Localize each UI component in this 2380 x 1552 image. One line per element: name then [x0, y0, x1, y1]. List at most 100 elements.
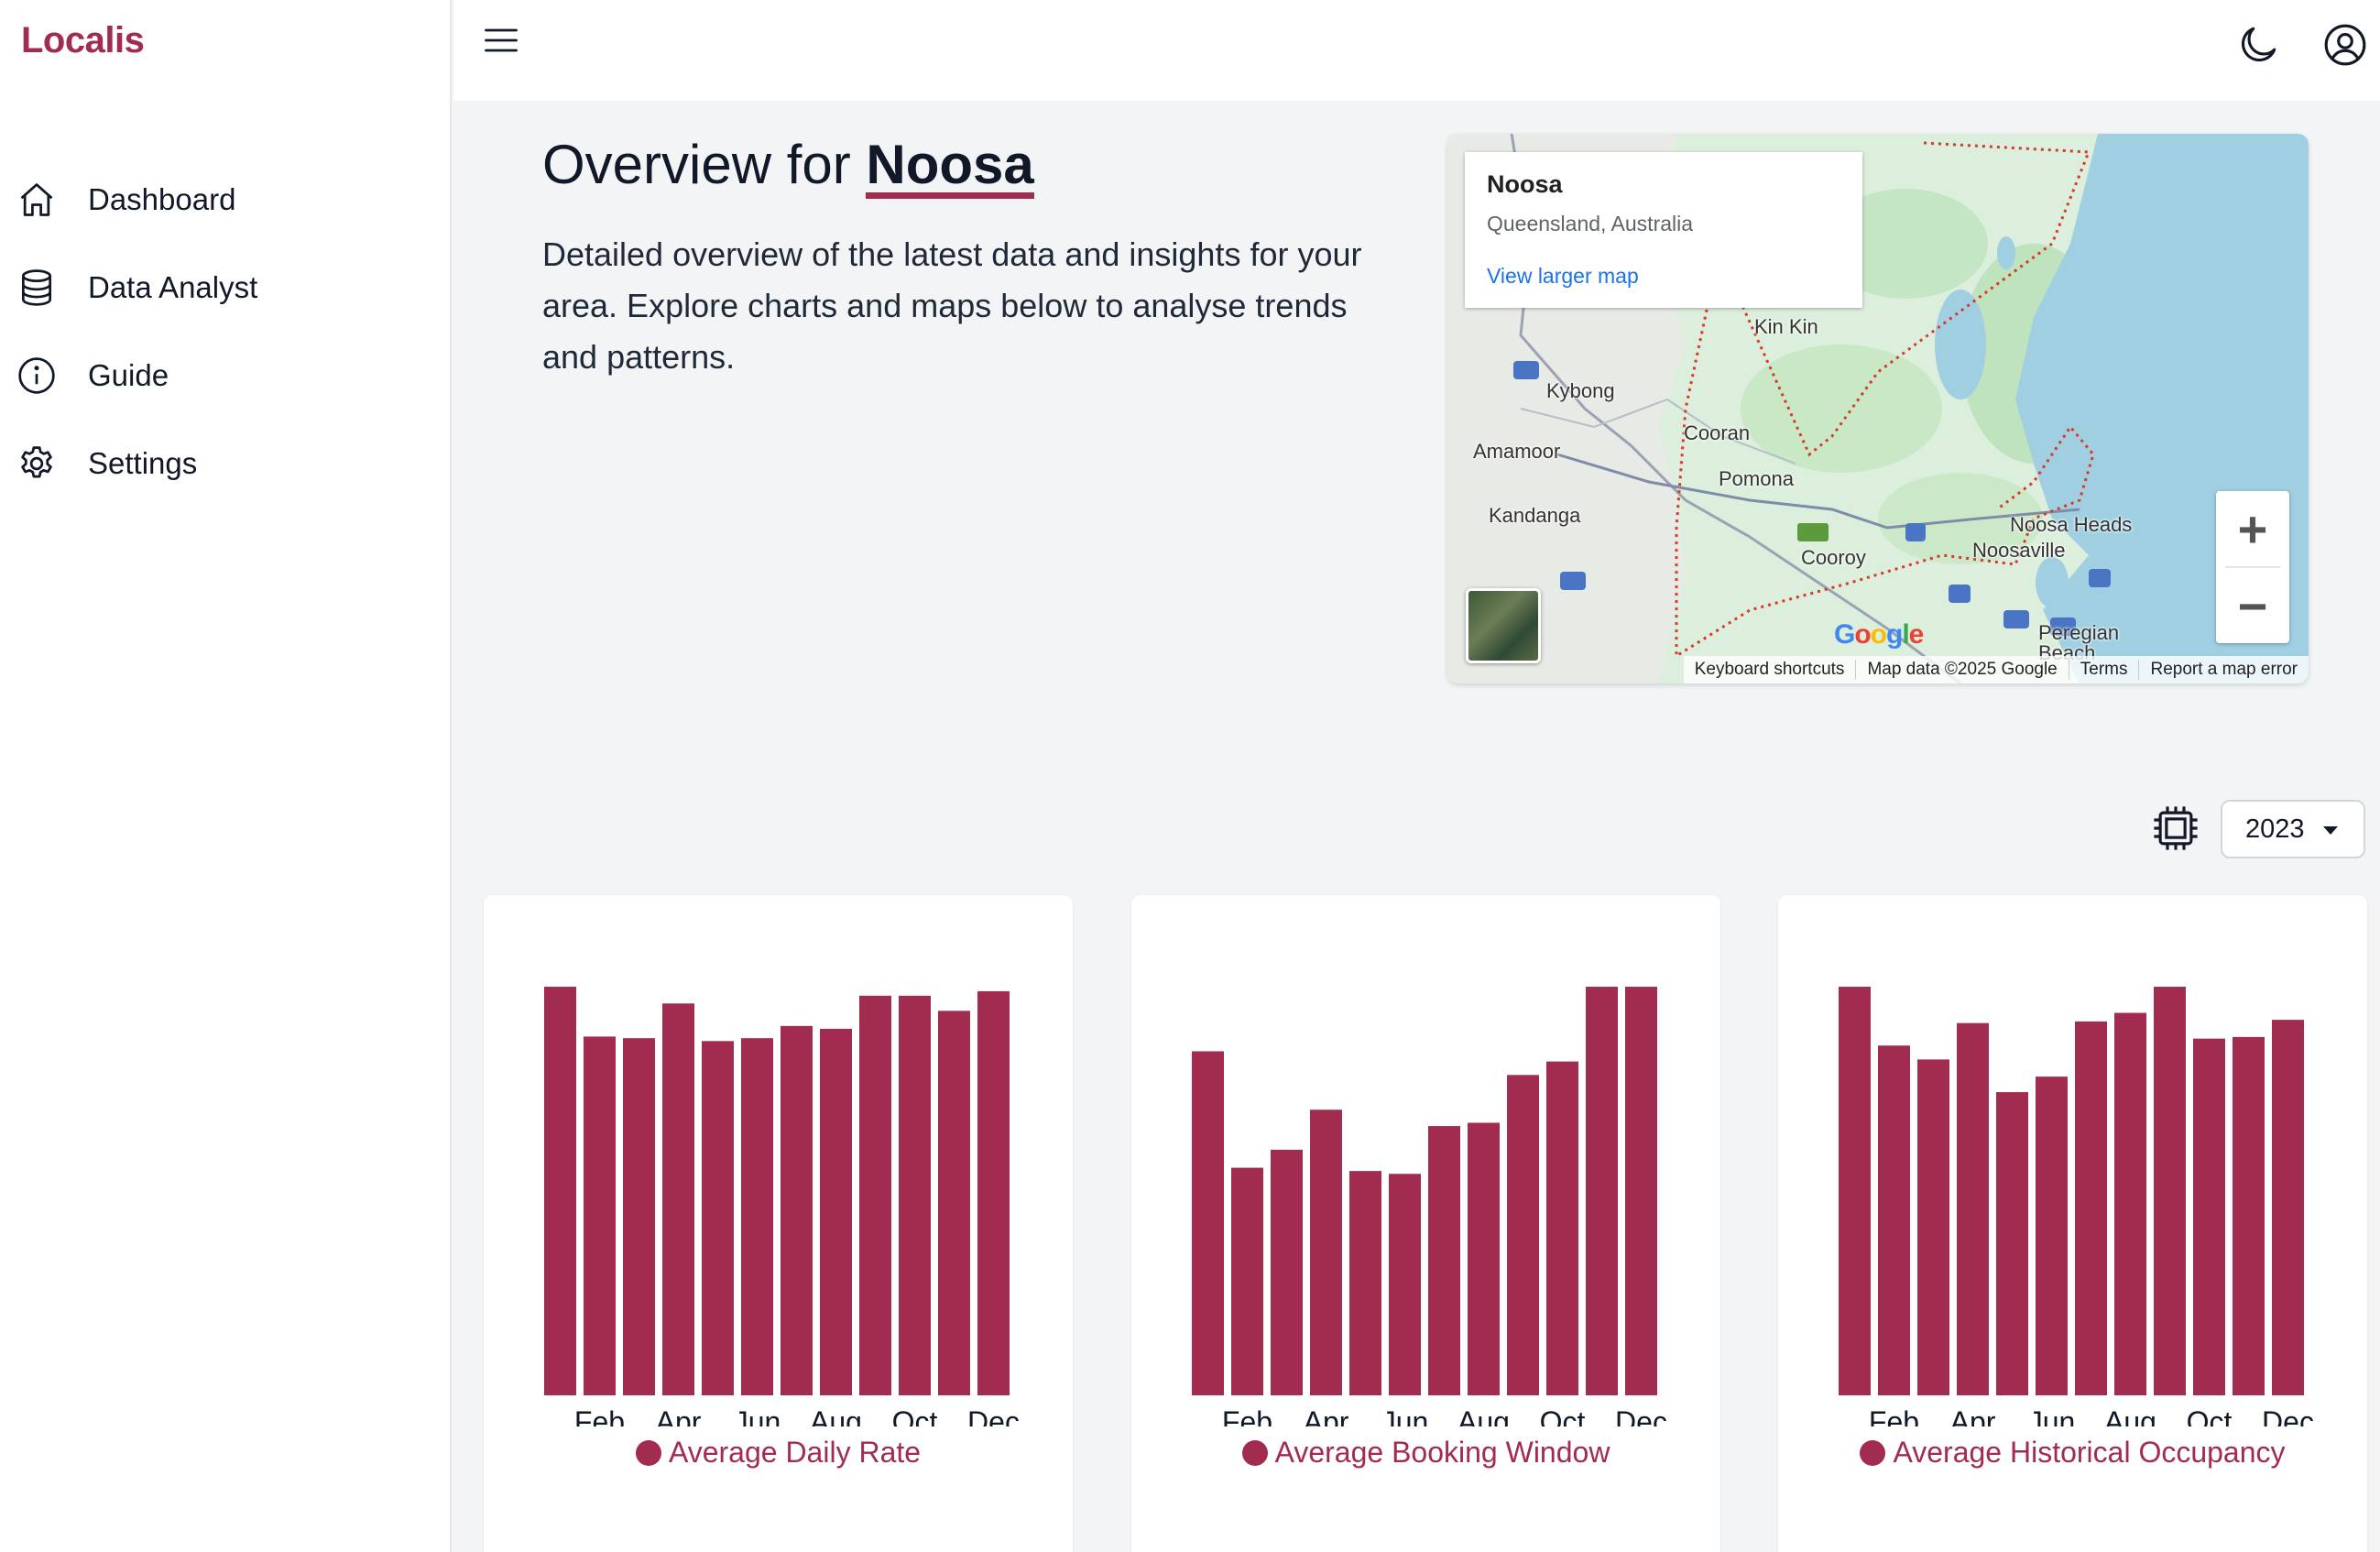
bar-sep[interactable] [2154, 987, 2186, 1395]
bar-dec[interactable] [2272, 1020, 2304, 1395]
map-card-name: Noosa [1487, 170, 1563, 198]
map-place-label: Kandanga [1489, 504, 1581, 527]
bar-dec[interactable] [1625, 987, 1657, 1395]
legend-label: Average Daily Rate [668, 1436, 922, 1469]
map-place-label: Kybong [1546, 379, 1615, 402]
bar-sep[interactable] [859, 995, 891, 1395]
sidebar-item-data-analyst[interactable]: Data Analyst [0, 244, 452, 332]
bar-jun[interactable] [741, 1038, 773, 1395]
zoom-out-button[interactable]: − [2216, 568, 2289, 643]
bar-apr[interactable] [662, 1003, 694, 1395]
bar-aug[interactable] [2114, 1012, 2146, 1395]
gear-icon [16, 443, 57, 484]
map-place-label: Pomona [1719, 467, 1794, 490]
bar-mar[interactable] [1917, 1059, 1949, 1395]
chart-card-average-booking-window: Feb Apr Jun Aug Oct Dec Average Booking Windo… [1131, 895, 1720, 1552]
bar-jul[interactable] [2075, 1021, 2107, 1395]
bar-aug[interactable] [820, 1028, 852, 1395]
dark-mode-icon[interactable] [2235, 22, 2281, 68]
map-place-label: Noosa Heads [2010, 513, 2133, 536]
legend-swatch [635, 1439, 661, 1466]
bar-mar[interactable] [623, 1038, 655, 1395]
bar-apr[interactable] [1310, 1109, 1342, 1395]
x-tick-label: Jun [1381, 1405, 1429, 1426]
bar-sep[interactable] [1507, 1075, 1539, 1395]
bar-aug[interactable] [1468, 1122, 1500, 1395]
bar-oct[interactable] [1546, 1061, 1578, 1395]
bar-oct[interactable] [899, 995, 931, 1395]
bar-jan[interactable] [1192, 1051, 1224, 1395]
bar-feb[interactable] [1231, 1167, 1263, 1395]
info-icon [16, 355, 57, 396]
bar-dec[interactable] [977, 990, 1010, 1395]
satellite-toggle-button[interactable] [1466, 588, 1541, 663]
bar-jun[interactable] [2036, 1077, 2068, 1395]
chart-legend[interactable]: Average Historical Occupancy [1778, 1436, 2367, 1470]
bar-may[interactable] [702, 1041, 734, 1395]
zoom-in-button[interactable]: + [2216, 491, 2289, 566]
keyboard-shortcuts-link[interactable]: Keyboard shortcuts [1684, 660, 1857, 680]
x-tick-label: Oct [892, 1405, 938, 1426]
bar-apr[interactable] [1957, 1022, 1989, 1395]
map-zoom-controls: + − [2216, 491, 2289, 643]
cpu-chip-icon[interactable] [2148, 801, 2203, 856]
x-tick-label: Apr [656, 1405, 702, 1426]
sidebar-nav: Dashboard Data Analyst Guide Settings [0, 156, 452, 508]
bar-jan[interactable] [544, 987, 576, 1395]
home-icon [16, 180, 57, 220]
google-logo: Google [1834, 619, 1924, 650]
bar-nov[interactable] [2233, 1036, 2265, 1395]
bar-mar[interactable] [1271, 1149, 1303, 1395]
map-attribution-bar: Keyboard shortcuts Map data ©2025 Google… [1683, 656, 2309, 683]
x-tick-label: Apr [1950, 1405, 1996, 1426]
bar-may[interactable] [1349, 1171, 1381, 1395]
chart-card-average-historical-occupancy: Feb Apr Jun Aug Oct Dec Average Historical Oc… [1778, 895, 2367, 1552]
x-tick-label: Oct [1540, 1405, 1586, 1426]
chart-legend[interactable]: Average Booking Window [1131, 1436, 1720, 1470]
page-title: Overview for Noosa [542, 133, 1034, 199]
brand-logo[interactable]: Localis [21, 20, 145, 61]
sidebar-item-guide[interactable]: Guide [0, 332, 452, 420]
top-bar [453, 0, 2380, 101]
menu-icon[interactable] [481, 20, 521, 60]
map-place-label: Cooran [1684, 421, 1751, 444]
map-data-attribution: Map data ©2025 Google [1856, 660, 2069, 680]
x-tick-label: Dec [2262, 1405, 2314, 1426]
year-select[interactable]: 2023 [2221, 800, 2365, 858]
bar-oct[interactable] [2193, 1038, 2225, 1395]
user-account-icon[interactable] [2322, 22, 2368, 68]
page-title-place: Noosa [866, 137, 1034, 199]
bar-feb[interactable] [1878, 1045, 1910, 1395]
bar-feb[interactable] [584, 1036, 616, 1395]
sidebar-item-dashboard[interactable]: Dashboard [0, 156, 452, 244]
x-tick-label: Dec [1615, 1405, 1667, 1426]
sidebar-item-settings[interactable]: Settings [0, 420, 452, 508]
chevron-down-icon [2323, 826, 2338, 835]
map-card-region: Queensland, Australia [1487, 212, 1694, 235]
bar-jul[interactable] [781, 1025, 813, 1395]
view-larger-map-link[interactable]: View larger map [1487, 264, 1840, 289]
x-tick-label: Apr [1304, 1405, 1349, 1426]
bar-may[interactable] [1996, 1092, 2028, 1395]
x-tick-label: Aug [1457, 1405, 1510, 1426]
database-icon [16, 268, 57, 308]
report-map-error-link[interactable]: Report a map error [2139, 660, 2309, 680]
bar-nov[interactable] [1586, 987, 1618, 1395]
location-map[interactable]: Kin Kin Kybong Amamoor Cooran Pomona Kan… [1447, 134, 2309, 683]
bar-chart: Feb Apr Jun Aug Oct Dec [1839, 987, 2314, 1426]
terms-link[interactable]: Terms [2069, 660, 2140, 680]
bar-jun[interactable] [1389, 1174, 1421, 1395]
chart-legend[interactable]: Average Daily Rate [484, 1436, 1073, 1470]
map-place-label: Cooroy [1801, 546, 1866, 569]
x-tick-label: Oct [2187, 1405, 2233, 1426]
chart-card-average-daily-rate: Feb Apr Jun Aug Oct Dec Average Daily Rate [484, 895, 1073, 1552]
page-title-prefix: Overview for [542, 134, 851, 195]
sidebar-item-label: Guide [88, 358, 169, 392]
x-tick-label: Jun [734, 1405, 781, 1426]
bar-jan[interactable] [1839, 987, 1871, 1395]
bar-jul[interactable] [1428, 1126, 1460, 1395]
bar-nov[interactable] [938, 1011, 970, 1395]
x-tick-label: Feb [1222, 1405, 1272, 1426]
sidebar-item-label: Data Analyst [88, 270, 258, 304]
page-description: Detailed overview of the latest data and… [542, 235, 1362, 376]
